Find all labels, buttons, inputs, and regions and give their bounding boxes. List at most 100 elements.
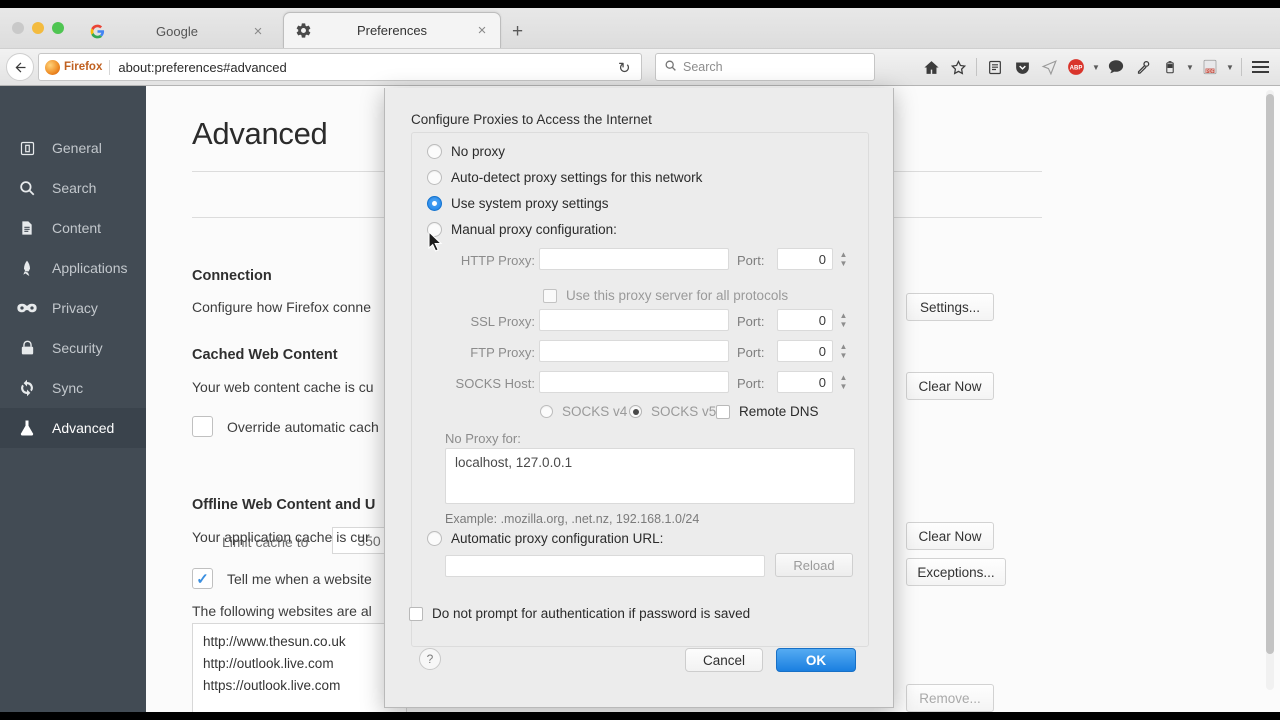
sidebar-item-search[interactable]: Search (0, 168, 146, 208)
pocket-icon[interactable] (1010, 54, 1034, 80)
http-proxy-input[interactable] (539, 248, 729, 270)
window-close-button[interactable] (12, 22, 24, 34)
help-button[interactable]: ? (419, 648, 441, 670)
window-zoom-button[interactable] (52, 22, 64, 34)
radio-socks-v5[interactable] (629, 405, 642, 418)
back-button[interactable] (6, 53, 34, 81)
firefox-icon (45, 60, 60, 75)
list-item[interactable]: http://www.thesun.co.uk (203, 631, 396, 653)
all-protocols-checkbox[interactable] (543, 289, 557, 303)
tab-preferences[interactable]: Preferences × (283, 12, 501, 48)
no-auth-prompt-row[interactable]: Do not prompt for authentication if pass… (409, 606, 750, 621)
ftp-port-spinner[interactable]: ▲▼ (837, 340, 850, 362)
radio-row-use-system[interactable]: Use system proxy settings (427, 196, 609, 211)
tell-me-checkbox-row[interactable]: ✓ Tell me when a website (192, 568, 372, 589)
socks-port-input[interactable]: 0 (777, 371, 833, 393)
ssl-port-spinner[interactable]: ▲▼ (837, 309, 850, 331)
clear-now-offline-button[interactable]: Clear Now (906, 522, 994, 550)
clear-now-cache-button[interactable]: Clear Now (906, 372, 994, 400)
all-protocols-checkbox-row[interactable]: Use this proxy server for all protocols (543, 288, 788, 303)
tab-close-icon[interactable]: × (474, 23, 490, 38)
sidebar-item-label: Sync (52, 380, 83, 396)
sidebar-item-advanced[interactable]: Advanced (0, 408, 146, 448)
no-auth-prompt-checkbox[interactable] (409, 607, 423, 621)
cancel-button[interactable]: Cancel (685, 648, 763, 672)
offline-sites-list[interactable]: http://www.thesun.co.uk http://outlook.l… (192, 623, 407, 712)
sidebar-item-sync[interactable]: Sync (0, 368, 146, 408)
remote-dns-row[interactable]: Remote DNS (716, 404, 819, 419)
window-minimize-button[interactable] (32, 22, 44, 34)
socks-v5-row[interactable]: SOCKS v5 (629, 404, 716, 419)
reload-icon[interactable]: ↻ (618, 59, 631, 77)
home-icon[interactable] (919, 54, 943, 80)
remove-button[interactable]: Remove... (906, 684, 994, 712)
svg-text:ABP: ABP (1070, 65, 1083, 71)
socks-port-spinner[interactable]: ▲▼ (837, 371, 850, 393)
ssl-port-input[interactable]: 0 (777, 309, 833, 331)
remote-dns-checkbox[interactable] (716, 405, 730, 419)
new-tab-button[interactable]: + (512, 22, 523, 41)
tab-google[interactable]: Google × (78, 14, 276, 48)
identity-box[interactable]: Firefox (45, 60, 110, 75)
radio-socks-v4[interactable] (540, 405, 553, 418)
pac-reload-button[interactable]: Reload (775, 553, 853, 577)
sidebar-item-label: Search (52, 180, 96, 196)
no-proxy-for-textarea[interactable]: localhost, 127.0.0.1 (445, 448, 855, 504)
radio-row-auto-detect[interactable]: Auto-detect proxy settings for this netw… (427, 170, 702, 185)
ftp-port-input[interactable]: 0 (777, 340, 833, 362)
menu-icon[interactable] (1248, 54, 1272, 80)
ftp-proxy-label: FTP Proxy: (405, 345, 535, 360)
radio-row-pac[interactable]: Automatic proxy configuration URL: (427, 531, 663, 546)
chevron-down-icon[interactable]: ▼ (1185, 63, 1195, 72)
search-icon (16, 177, 38, 199)
chat-icon[interactable] (1104, 54, 1128, 80)
tab-close-icon[interactable]: × (250, 24, 266, 39)
radio-use-system[interactable] (427, 196, 442, 211)
star-icon[interactable] (946, 54, 970, 80)
chevron-down-icon[interactable]: ▼ (1225, 63, 1235, 72)
radio-row-manual[interactable]: Manual proxy configuration: (427, 222, 617, 237)
dialog-title: Configure Proxies to Access the Internet (411, 112, 652, 127)
pac-url-input[interactable] (445, 555, 765, 577)
content-icon (16, 217, 38, 239)
adblock-plus-icon[interactable]: ABP (1064, 54, 1088, 80)
sidebar-item-label: Privacy (52, 300, 98, 316)
radio-auto-detect[interactable] (427, 170, 442, 185)
sidebar-item-general[interactable]: General (0, 128, 146, 168)
ok-button[interactable]: OK (776, 648, 856, 672)
reader-list-icon[interactable] (983, 54, 1007, 80)
radio-label-use-system: Use system proxy settings (451, 196, 609, 211)
http-port-input[interactable]: 0 (777, 248, 833, 270)
socks-host-input[interactable] (539, 371, 729, 393)
list-item[interactable]: http://outlook.live.com (203, 653, 396, 675)
url-text: about:preferences#advanced (118, 60, 286, 75)
navigation-bar: Firefox about:preferences#advanced ↻ Sea… (0, 48, 1280, 85)
ftp-proxy-input[interactable] (539, 340, 729, 362)
content-scrollbar-thumb[interactable] (1266, 94, 1274, 654)
send-tab-icon[interactable] (1037, 54, 1061, 80)
radio-pac-url[interactable] (427, 531, 442, 546)
tell-me-checkbox[interactable]: ✓ (192, 568, 213, 589)
search-bar[interactable]: Search (655, 53, 875, 81)
battery-icon[interactable] (1158, 54, 1182, 80)
chevron-down-icon[interactable]: ▼ (1091, 63, 1101, 72)
sidebar-item-content[interactable]: Content (0, 208, 146, 248)
ssl-proxy-input[interactable] (539, 309, 729, 331)
socks-v4-row[interactable]: SOCKS v4 (540, 404, 627, 419)
exceptions-button[interactable]: Exceptions... (906, 558, 1006, 586)
sidebar-item-applications[interactable]: Applications (0, 248, 146, 288)
radio-no-proxy[interactable] (427, 144, 442, 159)
override-cache-checkbox-row[interactable]: Override automatic cach (192, 416, 379, 437)
address-bar[interactable]: Firefox about:preferences#advanced (38, 53, 642, 81)
list-item[interactable]: https://outlook.live.com (203, 675, 396, 697)
settings-button[interactable]: Settings... (906, 293, 994, 321)
radio-row-no-proxy[interactable]: No proxy (427, 144, 505, 159)
window-controls[interactable] (12, 22, 64, 34)
sidebar-item-privacy[interactable]: Privacy (0, 288, 146, 328)
http-port-spinner[interactable]: ▲▼ (837, 248, 850, 270)
pdf-icon[interactable]: PDF (1198, 54, 1222, 80)
sidebar-item-security[interactable]: Security (0, 328, 146, 368)
dropper-icon[interactable] (1131, 54, 1155, 80)
override-cache-checkbox[interactable] (192, 416, 213, 437)
search-placeholder: Search (683, 60, 723, 74)
